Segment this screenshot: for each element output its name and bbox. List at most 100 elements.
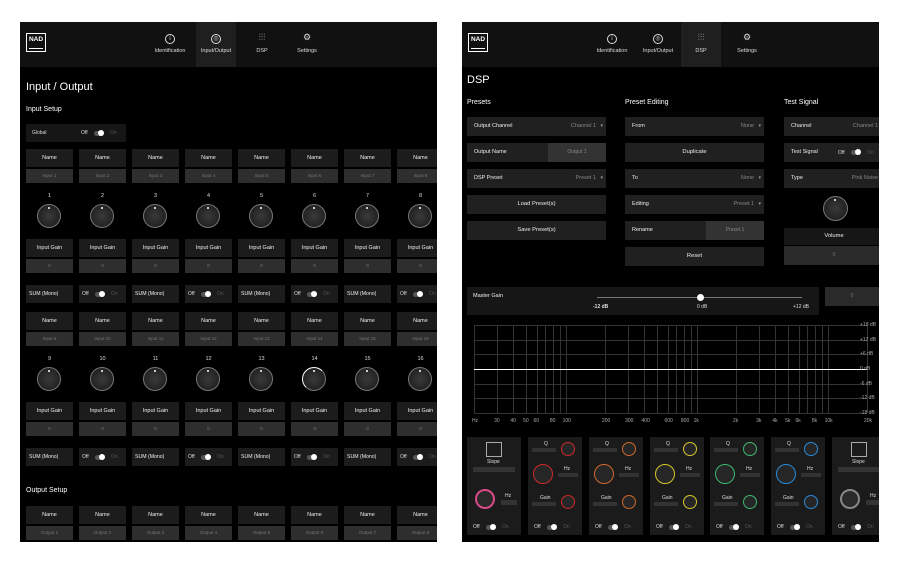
volume-value[interactable]: 0 (784, 246, 879, 265)
duplicate-button[interactable]: Duplicate (625, 143, 764, 162)
slope-select[interactable] (473, 467, 515, 472)
output-name-input[interactable]: Output 1 (26, 526, 73, 540)
gain-knob[interactable] (622, 495, 636, 509)
gain-knob[interactable] (743, 495, 757, 509)
test-signal-toggle[interactable] (851, 149, 861, 155)
input-gain-knob[interactable] (249, 204, 273, 228)
sum-mono-toggle[interactable] (201, 454, 211, 460)
gain-knob[interactable] (561, 495, 575, 509)
q-knob[interactable] (561, 442, 575, 456)
sum-mono-toggle[interactable] (307, 454, 317, 460)
gain-input[interactable] (654, 502, 678, 506)
input-gain-knob[interactable] (302, 204, 326, 228)
channel-name-input[interactable]: Input 10 (79, 332, 126, 346)
channel-name-input[interactable]: Input 2 (79, 169, 126, 183)
output-name-input[interactable]: Output 4 (185, 526, 232, 540)
hz-input[interactable] (740, 473, 760, 477)
sum-mono-toggle[interactable] (413, 454, 423, 460)
sum-mono-toggle[interactable] (413, 291, 423, 297)
gain-input[interactable] (532, 502, 556, 506)
channel-name-input[interactable]: Input 8 (397, 169, 437, 183)
nav-dsp[interactable]: ⫶⫶⫶ DSP (681, 22, 721, 67)
input-gain-value[interactable]: 0 (79, 259, 126, 273)
q-input[interactable] (775, 448, 799, 452)
input-gain-knob[interactable] (408, 204, 432, 228)
master-gain-value[interactable]: 0 (825, 287, 879, 306)
frequency-knob[interactable] (475, 489, 495, 509)
hz-input[interactable] (680, 473, 700, 477)
type-select[interactable]: Type Pink Noise (784, 169, 879, 188)
dsp-preset-select[interactable]: DSP Preset Preset 1 ▾ (467, 169, 606, 188)
gain-input[interactable] (775, 502, 799, 506)
band-enable-toggle[interactable] (729, 524, 739, 530)
frequency-knob[interactable] (533, 464, 553, 484)
gain-knob[interactable] (804, 495, 818, 509)
gain-input[interactable] (593, 502, 617, 506)
q-knob[interactable] (743, 442, 757, 456)
gain-knob[interactable] (683, 495, 697, 509)
input-gain-knob[interactable] (355, 204, 379, 228)
channel-name-input[interactable]: Input 11 (132, 332, 179, 346)
channel-name-input[interactable]: Input 6 (291, 169, 338, 183)
hz-input[interactable] (619, 473, 639, 477)
input-gain-value[interactable]: 0 (26, 259, 73, 273)
nav-settings[interactable]: ⚙ Settings (727, 22, 767, 67)
input-gain-value[interactable]: 0 (238, 422, 285, 436)
nav-settings[interactable]: ⚙ Settings (287, 22, 327, 67)
input-gain-value[interactable]: 0 (397, 259, 437, 273)
channel-name-input[interactable]: Input 4 (185, 169, 232, 183)
channel-name-input[interactable]: Input 5 (238, 169, 285, 183)
channel-name-input[interactable]: Input 3 (132, 169, 179, 183)
hz-input[interactable] (801, 473, 821, 477)
channel-name-input[interactable]: Input 12 (185, 332, 232, 346)
channel-name-input[interactable]: Input 7 (344, 169, 391, 183)
channel-name-input[interactable]: Input 15 (344, 332, 391, 346)
input-gain-value[interactable]: 0 (238, 259, 285, 273)
q-knob[interactable] (622, 442, 636, 456)
band-enable-toggle[interactable] (486, 524, 496, 530)
gain-input[interactable] (714, 502, 738, 506)
input-gain-knob[interactable] (302, 367, 326, 391)
slope-select[interactable] (838, 467, 879, 472)
hz-input[interactable] (558, 473, 578, 477)
volume-knob[interactable] (823, 196, 848, 221)
q-knob[interactable] (683, 442, 697, 456)
input-gain-knob[interactable] (355, 367, 379, 391)
output-channel-select[interactable]: Output Channel Channel 1 ▾ (467, 117, 606, 136)
input-gain-knob[interactable] (143, 204, 167, 228)
q-input[interactable] (654, 448, 678, 452)
q-input[interactable] (593, 448, 617, 452)
channel-name-input[interactable]: Input 1 (26, 169, 73, 183)
output-name-input[interactable]: Output 2 (79, 526, 126, 540)
channel-select[interactable]: Channel Channel 1 (784, 117, 879, 136)
q-knob[interactable] (804, 442, 818, 456)
input-gain-value[interactable]: 0 (291, 259, 338, 273)
to-select[interactable]: To None ▾ (625, 169, 764, 188)
frequency-knob[interactable] (655, 464, 675, 484)
from-select[interactable]: From None ▾ (625, 117, 764, 136)
band-enable-toggle[interactable] (547, 524, 557, 530)
input-gain-value[interactable]: 0 (79, 422, 126, 436)
channel-name-input[interactable]: Input 14 (291, 332, 338, 346)
frequency-knob[interactable] (840, 489, 860, 509)
hz-input[interactable] (501, 500, 517, 505)
channel-name-input[interactable]: Input 13 (238, 332, 285, 346)
input-gain-value[interactable]: 0 (132, 422, 179, 436)
band-enable-toggle[interactable] (851, 524, 861, 530)
editing-select[interactable]: Editing Preset 1 ▾ (625, 195, 764, 214)
slider-thumb[interactable] (697, 294, 704, 301)
reset-button[interactable]: Reset (625, 247, 764, 266)
output-name-input[interactable]: Output 7 (344, 526, 391, 540)
hz-input[interactable] (866, 500, 879, 505)
input-gain-knob[interactable] (37, 367, 61, 391)
input-gain-knob[interactable] (249, 367, 273, 391)
output-name-input[interactable]: Output 1 (548, 143, 606, 162)
input-gain-value[interactable]: 0 (132, 259, 179, 273)
nav-input-output[interactable]: ◎ Input/Output (196, 22, 236, 67)
input-gain-value[interactable]: 0 (397, 422, 437, 436)
nav-input-output[interactable]: ◎ Input/Output (638, 22, 678, 67)
output-name-input[interactable]: Output 6 (291, 526, 338, 540)
input-gain-knob[interactable] (90, 367, 114, 391)
sum-mono-toggle[interactable] (307, 291, 317, 297)
input-gain-value[interactable]: 0 (344, 259, 391, 273)
